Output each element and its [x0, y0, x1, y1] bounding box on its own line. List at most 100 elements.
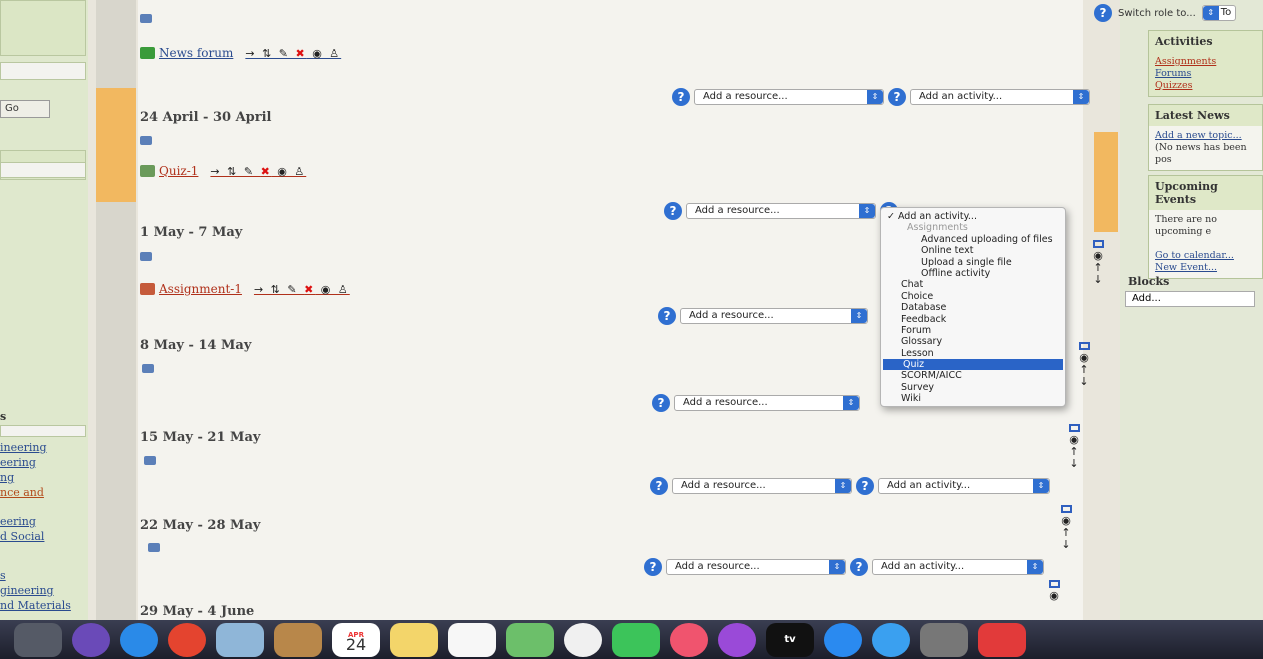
dropdown-option[interactable]: Chat [881, 279, 1065, 290]
dropdown-option[interactable]: Glossary [881, 336, 1065, 347]
siri-icon[interactable] [72, 622, 110, 657]
photos-icon[interactable] [564, 622, 602, 657]
add-topic-link[interactable]: Add a new topic... [1155, 130, 1256, 142]
edit-summary-icon[interactable] [140, 252, 152, 261]
left-link[interactable]: d Social [0, 529, 86, 544]
edit-summary-icon[interactable] [148, 543, 160, 552]
add-activity-select[interactable]: Add an activity... ⇕ [878, 478, 1050, 494]
dropdown-option[interactable]: Survey [881, 382, 1065, 393]
edit-icons[interactable]: → ⇅ ✎ ✖ ◉ ♙ [254, 283, 350, 296]
add-resource-select[interactable]: Add a resource... ⇕ [666, 559, 846, 575]
add-resource-select[interactable]: Add a resource... ⇕ [686, 203, 876, 219]
edit-icons[interactable]: → ⇅ ✎ ✖ ◉ ♙ [245, 47, 341, 60]
assignment-link[interactable]: Assignment-1 [159, 282, 242, 296]
calendar-icon[interactable]: APR 24 [332, 622, 380, 657]
left-link[interactable]: s [0, 568, 86, 583]
help-icon[interactable]: ? [658, 307, 676, 325]
add-resource-select[interactable]: Add a resource... ⇕ [674, 395, 860, 411]
dropdown-option[interactable]: SCORM/AICC [881, 370, 1065, 381]
left-link[interactable]: ng [0, 470, 86, 485]
add-resource-select[interactable]: Add a resource... ⇕ [694, 89, 884, 105]
news-forum-link[interactable]: News forum [159, 46, 233, 60]
app-store-icon[interactable] [824, 622, 862, 657]
move-controls[interactable]: ◉ ↑ ↓ [1058, 505, 1074, 551]
mail-stamp-icon[interactable] [216, 622, 264, 657]
dropdown-option-highlighted[interactable]: Quiz [883, 359, 1063, 371]
quizzes-link[interactable]: Quizzes [1155, 80, 1256, 92]
left-mid-input[interactable] [0, 162, 86, 178]
dropdown-option[interactable]: Wiki [881, 393, 1065, 404]
help-icon[interactable]: ? [650, 477, 668, 495]
edit-icons[interactable]: → ⇅ ✎ ✖ ◉ ♙ [210, 165, 306, 178]
dropdown-option-selected[interactable]: ✓ Add an activity... [881, 211, 1065, 222]
add-activity-dropdown[interactable]: ✓ Add an activity... Assignments Advance… [880, 207, 1066, 407]
help-icon[interactable]: ? [652, 394, 670, 412]
dropdown-option[interactable]: Upload a single file [881, 257, 1065, 268]
assignments-link[interactable]: Assignments [1155, 56, 1256, 68]
add-resource-select[interactable]: Add a resource... ⇕ [672, 478, 852, 494]
dropdown-option[interactable]: Database [881, 302, 1065, 313]
move-controls[interactable]: ◉ ↑ ↓ [1066, 424, 1082, 470]
box-icon[interactable] [1078, 342, 1090, 350]
dropdown-option[interactable]: Feedback [881, 314, 1065, 325]
box-icon[interactable] [1068, 424, 1080, 432]
dropdown-option[interactable]: Choice [881, 291, 1065, 302]
dropdown-option[interactable]: Forum [881, 325, 1065, 336]
dropdown-option[interactable]: Offline activity [881, 268, 1065, 279]
add-activity-select[interactable]: Add an activity... ⇕ [872, 559, 1044, 575]
help-icon[interactable]: ? [856, 477, 874, 495]
move-controls[interactable]: ◉ [1046, 580, 1062, 602]
forums-link[interactable]: Forums [1155, 68, 1256, 80]
podcasts-icon[interactable] [718, 622, 756, 657]
blocks-add-select[interactable]: Add... [1125, 291, 1255, 307]
dropdown-option[interactable]: Advanced uploading of files [881, 234, 1065, 245]
safari-icon[interactable] [120, 622, 158, 657]
delete-icon[interactable]: ✖ [304, 283, 315, 296]
new-event-link[interactable]: New Event... [1155, 262, 1256, 274]
facetime-icon[interactable] [612, 622, 660, 657]
box-icon[interactable] [1048, 580, 1060, 588]
left-input-box[interactable] [0, 62, 86, 80]
edit-summary-icon[interactable] [140, 136, 152, 145]
dropdown-option[interactable]: Lesson [881, 348, 1065, 359]
help-icon[interactable]: ? [644, 558, 662, 576]
left-link[interactable]: nce and [0, 485, 86, 500]
left-link[interactable]: nd Materials [0, 598, 86, 613]
box-icon[interactable] [1092, 240, 1104, 248]
calendar-link[interactable]: Go to calendar... [1155, 250, 1256, 262]
launchpad-icon[interactable] [14, 622, 62, 657]
system-preferences-icon[interactable] [920, 622, 968, 657]
maps-icon[interactable] [506, 622, 554, 657]
help-icon[interactable]: ? [672, 88, 690, 106]
help-icon[interactable]: ? [888, 88, 906, 106]
edit-summary-icon[interactable] [142, 364, 154, 373]
quiz-link[interactable]: Quiz-1 [159, 164, 198, 178]
help-icon[interactable]: ? [664, 202, 682, 220]
move-controls[interactable]: ◉ ↑ ↓ [1090, 240, 1106, 286]
app-icon[interactable] [978, 622, 1026, 657]
box-icon[interactable] [1060, 505, 1072, 513]
edit-summary-icon[interactable] [140, 14, 152, 23]
left-link[interactable]: eering [0, 455, 86, 470]
messages-icon[interactable] [872, 622, 910, 657]
left-link[interactable]: gineering [0, 583, 86, 598]
delete-icon[interactable]: ✖ [261, 165, 272, 178]
add-resource-select[interactable]: Add a resource... ⇕ [680, 308, 868, 324]
go-button[interactable]: Go [0, 100, 50, 118]
reminders-icon[interactable] [448, 622, 496, 657]
notes-icon[interactable] [390, 622, 438, 657]
left-link[interactable]: ineering [0, 440, 86, 455]
help-icon[interactable]: ? [1094, 4, 1112, 22]
contacts-icon[interactable] [274, 622, 322, 657]
left-link[interactable]: eering [0, 514, 86, 529]
add-activity-select[interactable]: Add an activity... ⇕ [910, 89, 1090, 105]
edit-summary-icon[interactable] [144, 456, 156, 465]
delete-icon[interactable]: ✖ [296, 47, 307, 60]
help-icon[interactable]: ? [850, 558, 868, 576]
chrome-icon[interactable] [168, 622, 206, 657]
switch-role-select[interactable]: ⇕ To [1201, 5, 1236, 21]
music-icon[interactable] [670, 622, 708, 657]
apple-tv-icon[interactable]: tv [766, 622, 814, 657]
move-controls[interactable]: ◉ ↑ ↓ [1076, 342, 1092, 388]
dropdown-option[interactable]: Online text [881, 245, 1065, 256]
